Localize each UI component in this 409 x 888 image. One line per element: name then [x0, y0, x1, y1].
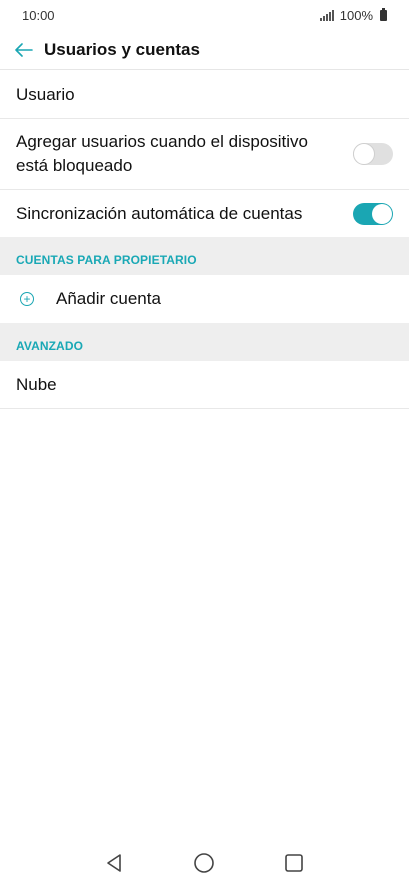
status-time: 10:00 [22, 7, 55, 23]
settings-list: Usuario Agregar usuarios cuando el dispo… [0, 71, 409, 409]
agregar-usuarios-toggle[interactable] [353, 143, 393, 165]
usuario-label: Usuario [16, 84, 75, 104]
cloud-label: Nube [16, 374, 57, 394]
sync-toggle[interactable] [353, 202, 393, 225]
add-account-label: Añadir cuenta [56, 289, 161, 308]
back-arrow-icon[interactable] [0, 30, 44, 70]
battery-percent: 100% [339, 7, 373, 23]
battery-icon [380, 7, 387, 21]
back-nav-icon[interactable] [103, 851, 127, 875]
sync-item[interactable]: Sincronización automática de cuentas [0, 190, 409, 237]
page-title: Usuarios y cuentas [44, 39, 200, 59]
status-icons: 100% [319, 7, 387, 23]
navigation-bar [0, 838, 409, 888]
agregar-usuarios-label: Agregar usuarios cuando el dispositivo e… [16, 132, 309, 175]
status-bar: 10:00 100% [0, 0, 409, 30]
signal-icon [319, 9, 334, 21]
recents-nav-icon[interactable] [282, 851, 306, 875]
section-header-advanced: AVANZADO [0, 323, 409, 361]
usuario-item[interactable]: Usuario [0, 71, 409, 119]
cloud-item[interactable]: Nube [0, 361, 409, 409]
agregar-usuarios-item[interactable]: Agregar usuarios cuando el dispositivo e… [0, 119, 409, 190]
add-circle-icon: + [20, 292, 34, 306]
app-bar: Usuarios y cuentas [0, 30, 409, 70]
section-header-owner: CUENTAS PARA PROPIETARIO [0, 237, 409, 275]
home-nav-icon[interactable] [192, 851, 216, 875]
sync-label: Sincronización automática de cuentas [16, 203, 303, 223]
add-account-item[interactable]: + Añadir cuenta [0, 275, 409, 323]
